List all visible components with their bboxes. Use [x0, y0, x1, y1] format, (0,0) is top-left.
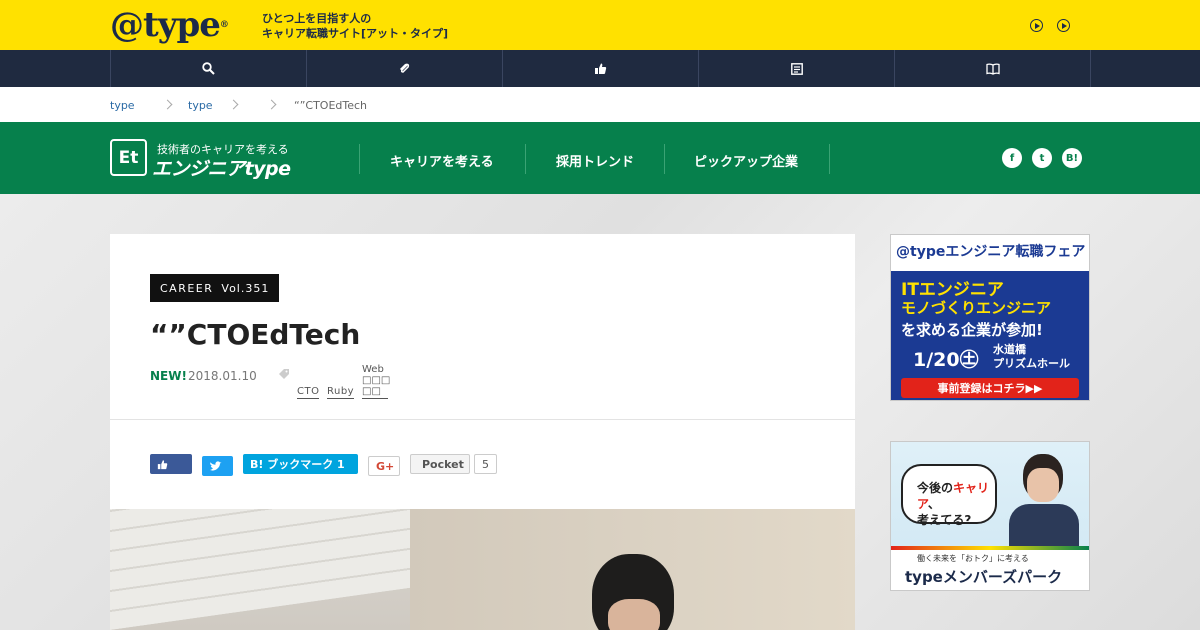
tweet-button[interactable]: [202, 456, 233, 476]
google-plus-button[interactable]: G+: [368, 456, 400, 476]
divider: [110, 419, 855, 420]
nav-search[interactable]: [110, 50, 306, 87]
icon-nav: [0, 50, 1200, 87]
nav-separator: [664, 144, 665, 174]
nav-clip[interactable]: [306, 50, 502, 87]
tag-link[interactable]: Ruby: [327, 386, 355, 399]
banner-line: モノづくりエンジニア: [901, 299, 1052, 317]
category-badge[interactable]: CAREER Vol.351: [150, 274, 280, 302]
tag-web-label[interactable]: Web □□□: [362, 364, 390, 386]
bubble-text: 今後のキャリア、 考えてる?: [917, 481, 990, 527]
banner-register-button[interactable]: 事前登録はコチラ▶▶: [901, 378, 1079, 398]
site-header: Et 技術者のキャリアを考える エンジニアtype キャリアを考える 採用トレン…: [0, 122, 1200, 194]
banner-brand: typeメンバーズパーク: [905, 568, 1063, 586]
breadcrumb: type type “”CTOEdTech: [0, 87, 1200, 122]
site-tagline: ひとつ上を目指す人の キャリア転職サイト[アット・タイプ]: [262, 12, 449, 40]
nav-list[interactable]: [698, 50, 894, 87]
banner-line: を求める企業が参加!: [901, 321, 1043, 339]
brand-title[interactable]: エンジニアtype: [152, 154, 291, 181]
chevron-right-icon: [162, 99, 173, 110]
brick-wall: [110, 509, 410, 630]
breadcrumb-current: “”CTOEdTech: [294, 99, 368, 112]
nav-like[interactable]: [502, 50, 698, 87]
book-icon: [985, 62, 1000, 75]
job-fair-banner[interactable]: @typeエンジニア転職フェア ITエンジニア モノづくりエンジニア を求める企…: [890, 234, 1090, 401]
play-icon[interactable]: [1057, 19, 1070, 32]
tag-link[interactable]: □□: [362, 386, 388, 399]
article-card: CAREER Vol.351 “”CTOEdTech NEW! 2018.01.1…: [110, 234, 855, 630]
nav-separator: [829, 144, 830, 174]
site-logo[interactable]: @type®: [110, 6, 229, 44]
banner-brand: @typeエンジニア転職フェア: [896, 244, 1086, 260]
speech-bubble: 今後のキャリア、 考えてる?: [901, 464, 997, 527]
article-date: 2018.01.10: [188, 369, 257, 383]
facebook-like-button[interactable]: [150, 454, 192, 474]
new-badge: NEW!: [150, 369, 187, 383]
thumbs-up-icon: [157, 459, 168, 469]
nav-divider: [1090, 50, 1091, 87]
article-hero-image: [110, 509, 855, 630]
breadcrumb-link[interactable]: type: [110, 99, 135, 112]
play-icon[interactable]: [1030, 19, 1043, 32]
twitter-icon: [210, 460, 222, 471]
list-icon: [790, 62, 803, 75]
nav-pickup[interactable]: ピックアップ企業: [694, 151, 798, 170]
chevron-right-icon: [266, 99, 277, 110]
pocket-button[interactable]: Pocket: [410, 454, 470, 474]
nav-trend[interactable]: 採用トレンド: [556, 151, 634, 170]
chevron-right-icon: [228, 99, 239, 110]
nav-career[interactable]: キャリアを考える: [390, 151, 494, 170]
hatena-icon[interactable]: B!: [1062, 148, 1082, 168]
pocket-count: 5: [474, 454, 497, 474]
banner-header: @typeエンジニア転職フェア: [891, 235, 1089, 271]
nav-separator: [359, 144, 360, 174]
tag-link[interactable]: CTO: [297, 386, 320, 399]
brand-mark[interactable]: Et: [110, 139, 147, 176]
banner-caption: 働く未来を「おトク」に考える: [917, 554, 1029, 563]
nav-separator: [525, 144, 526, 174]
person-face: [1027, 468, 1059, 502]
tag-icon: [278, 368, 290, 383]
person-face: [608, 599, 660, 630]
banner-date: 1/20㊏: [913, 349, 979, 371]
article-title: “”CTOEdTech: [150, 318, 361, 351]
facebook-icon[interactable]: f: [1002, 148, 1022, 168]
banner-footer: 働く未来を「おトク」に考える typeメンバーズパーク: [891, 550, 1089, 590]
twitter-icon[interactable]: t: [1032, 148, 1052, 168]
thumbs-up-icon: [595, 63, 607, 74]
nav-book[interactable]: [894, 50, 1090, 87]
banner-venue: 水道橋 プリズムホール: [993, 343, 1070, 370]
hatena-bookmark-button[interactable]: B! ブックマーク 1: [243, 454, 358, 474]
breadcrumb-link[interactable]: type: [188, 99, 213, 112]
search-icon: [202, 62, 215, 75]
top-bar: @type® ひとつ上を目指す人の キャリア転職サイト[アット・タイプ]: [0, 0, 1200, 50]
paperclip-icon: [399, 63, 410, 73]
members-park-banner[interactable]: 今後のキャリア、 考えてる? 働く未来を「おトク」に考える typeメンバーズパ…: [890, 441, 1090, 591]
